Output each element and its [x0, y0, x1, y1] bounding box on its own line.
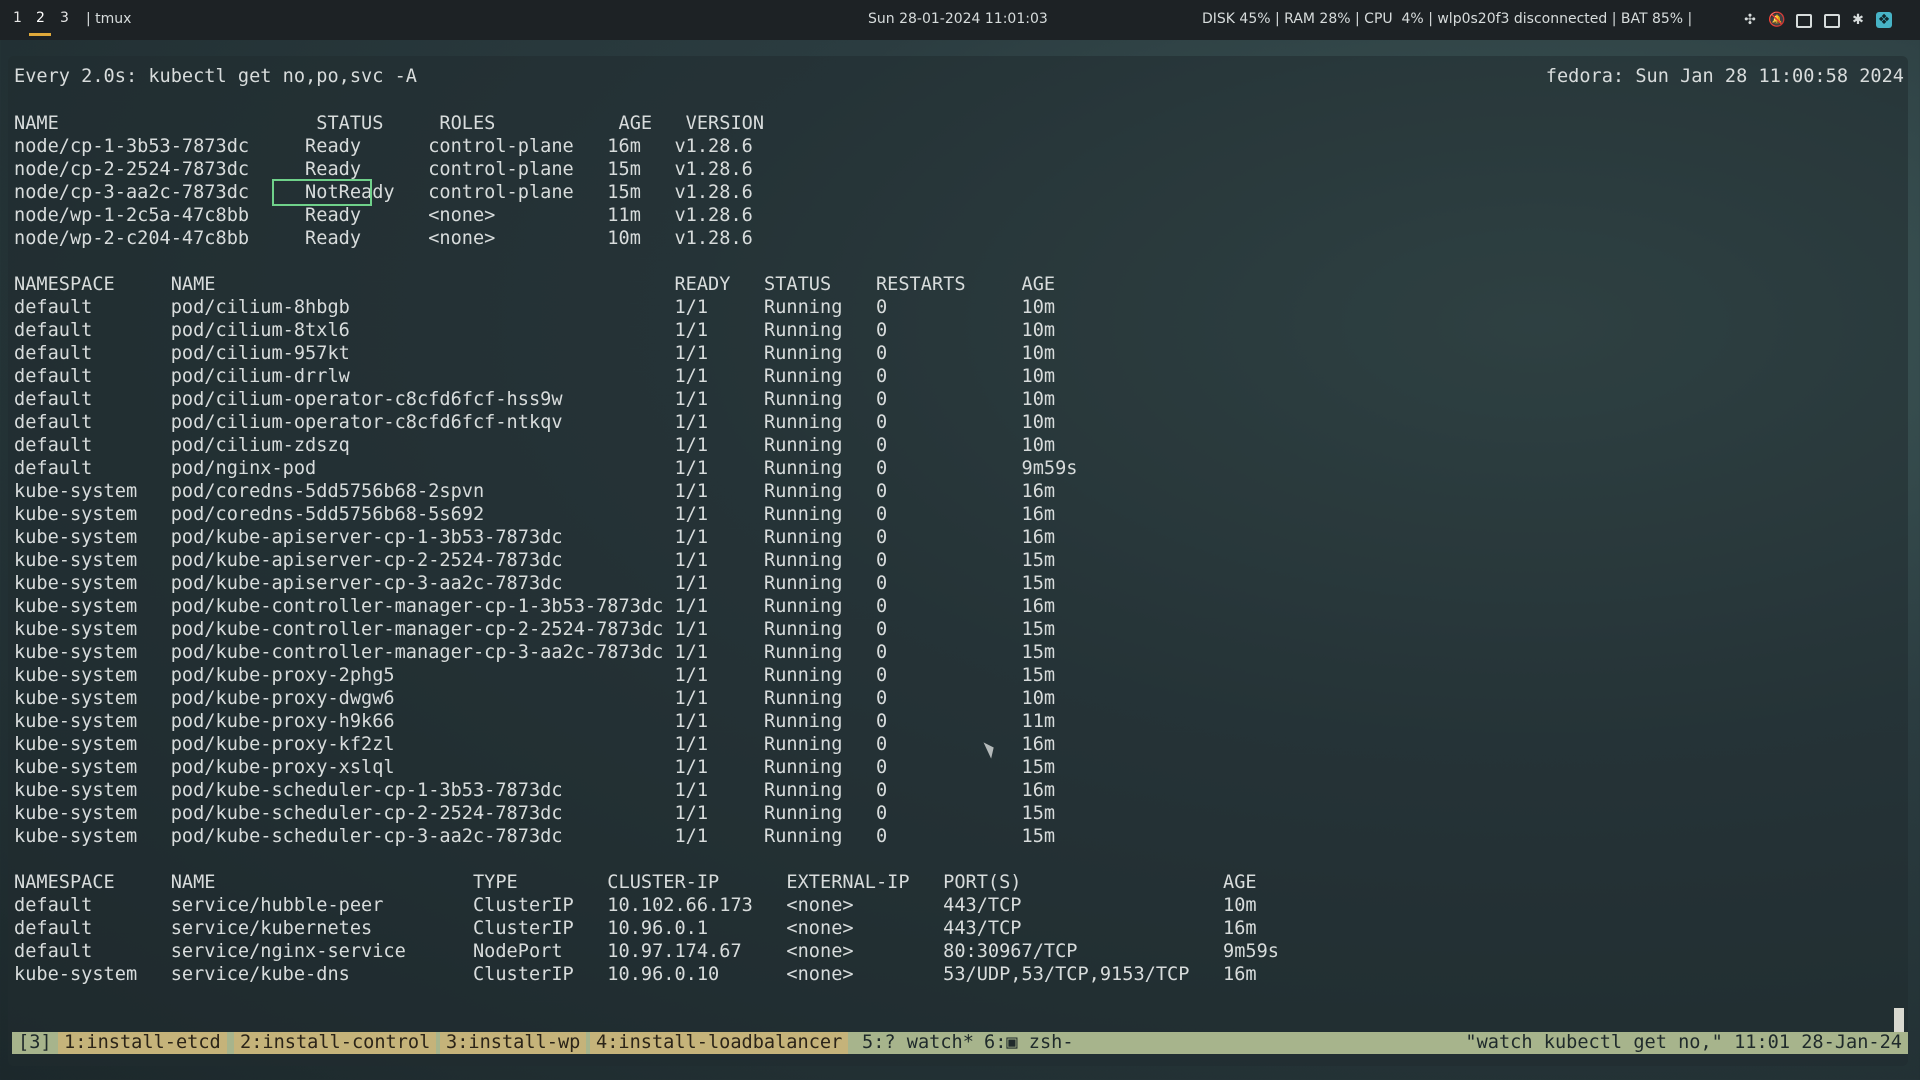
nodes-table-header: NAME STATUS ROLES AGE VERSION	[14, 113, 765, 134]
table-row: kube-system service/kube-dns ClusterIP 1…	[14, 964, 1257, 985]
table-row: kube-system pod/kube-proxy-dwgw6 1/1 Run…	[14, 688, 1056, 709]
focused-app-label: | tmux	[86, 11, 132, 27]
clock[interactable]: Sun 28-01-2024 11:01:03	[868, 11, 1048, 27]
tmux-window-1[interactable]: 1:install-etcd	[58, 1032, 227, 1054]
table-row: kube-system pod/kube-proxy-2phg5 1/1 Run…	[14, 665, 1056, 686]
workspace-1[interactable]: 1	[13, 10, 22, 26]
workspace-3[interactable]: 3	[60, 10, 69, 26]
pods-table-header: NAMESPACE NAME READY STATUS RESTARTS AGE	[14, 274, 1056, 295]
app-icon[interactable]: ❖	[1876, 12, 1892, 28]
table-row: default service/hubble-peer ClusterIP 10…	[14, 895, 1257, 916]
watch-header-host-time: fedora: Sun Jan 28 11:00:58 2024	[1545, 66, 1904, 87]
window-alt-icon[interactable]	[1824, 14, 1840, 28]
table-row: kube-system pod/coredns-5dd5756b68-2spvn…	[14, 481, 1056, 502]
watch-header-command: Every 2.0s: kubectl get no,po,svc -A	[14, 66, 417, 87]
table-row: node/wp-1-2c5a-47c8bb Ready <none> 11m v…	[14, 205, 753, 226]
mute-icon[interactable]: 🔕	[1768, 12, 1785, 28]
table-row: default service/kubernetes ClusterIP 10.…	[14, 918, 1257, 939]
workspace-2[interactable]: 2	[36, 10, 45, 26]
table-row: kube-system pod/kube-scheduler-cp-1-3b53…	[14, 780, 1056, 801]
table-row: default service/nginx-service NodePort 1…	[14, 941, 1279, 962]
table-row: kube-system pod/kube-scheduler-cp-3-aa2c…	[14, 826, 1056, 847]
notready-highlight	[272, 179, 372, 206]
table-row: kube-system pod/kube-apiserver-cp-2-2524…	[14, 550, 1056, 571]
table-row: node/cp-3-aa2c-7873dc NotReady control-p…	[14, 182, 753, 203]
table-row: kube-system pod/kube-scheduler-cp-2-2524…	[14, 803, 1056, 824]
table-row: node/cp-2-2524-7873dc Ready control-plan…	[14, 159, 753, 180]
bluetooth-icon[interactable]: ✱	[1850, 12, 1866, 28]
table-row: default pod/nginx-pod 1/1 Running 0 9m59…	[14, 458, 1078, 479]
system-status: DISK 45% | RAM 28% | CPU 4% | wlp0s20f3 …	[1202, 11, 1693, 27]
services-table-header: NAMESPACE NAME TYPE CLUSTER-IP EXTERNAL-…	[14, 872, 1257, 893]
table-row: default pod/cilium-zdszq 1/1 Running 0 1…	[14, 435, 1056, 456]
table-row: node/cp-1-3b53-7873dc Ready control-plan…	[14, 136, 753, 157]
tmux-status-bar: [3] 1:install-etcd 2:install-control 3:i…	[12, 1032, 1908, 1054]
table-row: default pod/cilium-operator-c8cfd6fcf-nt…	[14, 412, 1056, 433]
terminal-scrollbar[interactable]	[1894, 1008, 1904, 1034]
tmux-session-label[interactable]: [3]	[12, 1032, 58, 1054]
table-row: default pod/cilium-8hbgb 1/1 Running 0 1…	[14, 297, 1056, 318]
top-bar: 1 2 3 | tmux Sun 28-01-2024 11:01:03 DIS…	[0, 0, 1920, 40]
table-row: kube-system pod/kube-proxy-h9k66 1/1 Run…	[14, 711, 1056, 732]
active-workspace-indicator	[29, 33, 51, 36]
tmux-window-5-active[interactable]: 5:? watch*	[856, 1032, 980, 1054]
table-row: default pod/cilium-957kt 1/1 Running 0 1…	[14, 343, 1056, 364]
fan-icon[interactable]: ✣	[1742, 12, 1758, 28]
table-row: default pod/cilium-operator-c8cfd6fcf-hs…	[14, 389, 1056, 410]
table-row: default pod/cilium-drrlw 1/1 Running 0 1…	[14, 366, 1056, 387]
tmux-window-3[interactable]: 3:install-wp	[440, 1032, 587, 1054]
tmux-window-2[interactable]: 2:install-control	[234, 1032, 437, 1054]
table-row: node/wp-2-c204-47c8bb Ready <none> 10m v…	[14, 228, 753, 249]
table-row: kube-system pod/kube-controller-manager-…	[14, 642, 1056, 663]
table-row: kube-system pod/kube-apiserver-cp-3-aa2c…	[14, 573, 1056, 594]
table-row: kube-system pod/kube-proxy-xslql 1/1 Run…	[14, 757, 1056, 778]
tmux-window-4[interactable]: 4:install-loadbalancer	[590, 1032, 849, 1054]
table-row: kube-system pod/kube-controller-manager-…	[14, 596, 1056, 617]
table-row: kube-system pod/coredns-5dd5756b68-5s692…	[14, 504, 1056, 525]
tmux-status-right: "watch kubectl get no," 11:01 28-Jan-24	[1465, 1032, 1902, 1053]
table-row: kube-system pod/kube-apiserver-cp-1-3b53…	[14, 527, 1056, 548]
window-icon[interactable]	[1796, 14, 1812, 28]
table-row: kube-system pod/kube-controller-manager-…	[14, 619, 1056, 640]
tmux-window-6[interactable]: 6:▣ zsh-	[978, 1032, 1080, 1054]
table-row: default pod/cilium-8txl6 1/1 Running 0 1…	[14, 320, 1056, 341]
table-row: kube-system pod/kube-proxy-kf2zl 1/1 Run…	[14, 734, 1056, 755]
